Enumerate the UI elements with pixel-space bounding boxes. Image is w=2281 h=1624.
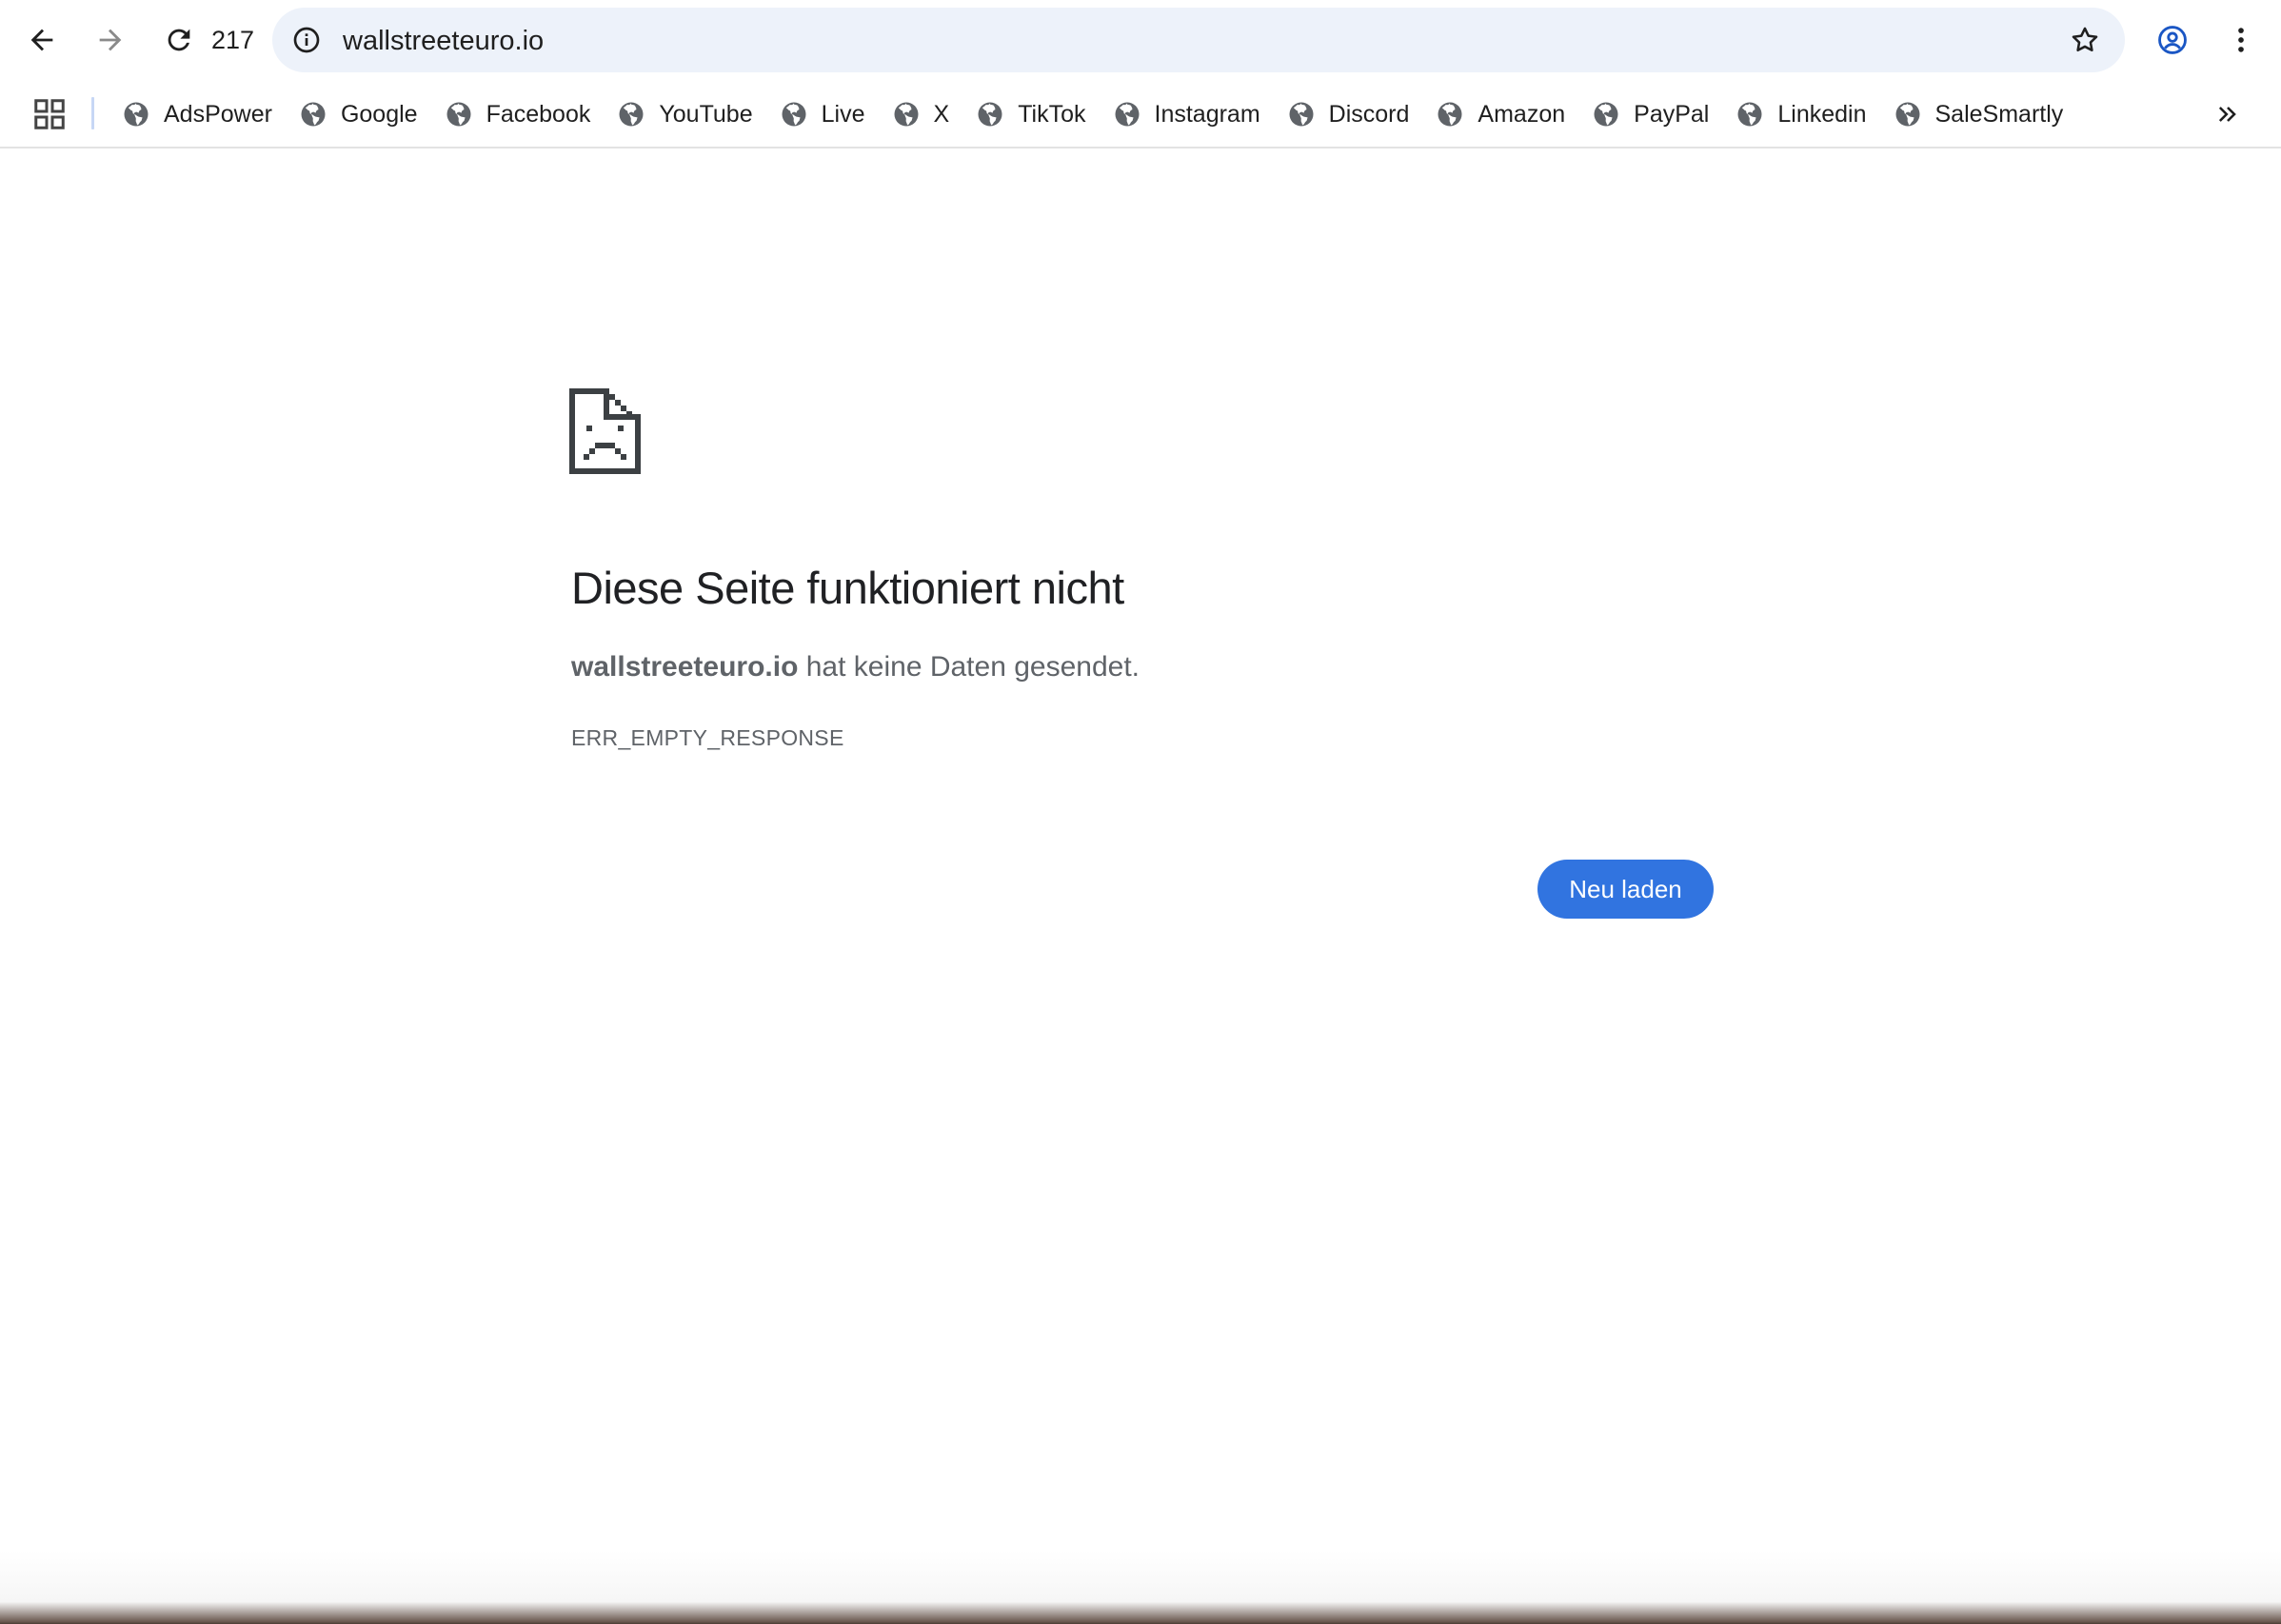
bookmark-item[interactable]: Instagram (1109, 91, 1270, 137)
bookmark-label: Google (340, 100, 418, 128)
bookmark-label: Facebook (486, 100, 591, 128)
globe-icon (780, 100, 808, 129)
globe-icon (976, 100, 1004, 129)
double-chevron-icon (2218, 107, 2236, 122)
globe-icon (1736, 100, 1764, 129)
back-arrow-icon (30, 29, 53, 51)
bookmark-item[interactable]: PayPal (1588, 91, 1718, 137)
error-message: wallstreeteuro.io hat keine Daten gesend… (571, 651, 1140, 683)
bookmark-label: Linkedin (1777, 100, 1867, 128)
bookmark-label: Amazon (1478, 100, 1566, 128)
bookmarks-separator (91, 97, 94, 129)
globe-icon (445, 100, 473, 129)
bookmark-label: YouTube (659, 100, 753, 128)
back-button[interactable] (13, 11, 70, 69)
error-message-text: hat keine Daten gesendet. (798, 651, 1140, 683)
url-input[interactable] (341, 21, 1959, 61)
error-title: Diese Seite funktioniert nicht (571, 563, 1124, 613)
star-icon[interactable] (2066, 21, 2104, 59)
bookmark-label: Live (821, 100, 865, 128)
sad-page-icon (569, 388, 641, 474)
profile-icon (2158, 26, 2187, 54)
reload-button[interactable] (150, 11, 208, 69)
bookmark-item[interactable]: Google (295, 91, 427, 137)
bookmark-label: TikTok (1018, 100, 1086, 128)
reload-icon (168, 29, 190, 51)
error-code: ERR_EMPTY_RESPONSE (571, 725, 844, 750)
bookmark-label: Discord (1328, 100, 1410, 128)
bookmark-item[interactable]: SaleSmartly (1890, 91, 2073, 137)
menu-button[interactable] (2212, 11, 2270, 69)
bookmark-item[interactable]: Linkedin (1732, 91, 1875, 137)
bookmark-label: Instagram (1154, 100, 1260, 128)
reload-page-button[interactable]: Neu laden (1537, 860, 1714, 919)
bookmarks-overflow-button[interactable] (2209, 95, 2247, 133)
tab-count[interactable]: 217 (211, 21, 254, 59)
apps-grid-icon[interactable] (32, 97, 67, 131)
bookmark-label: X (933, 100, 950, 128)
forward-arrow-icon (99, 29, 122, 51)
bookmarks-bar: AdsPower Google Facebook YouTube Live X TikTok… (0, 80, 2281, 149)
window-bottom-edge (0, 1550, 2281, 1624)
bookmark-item[interactable]: Facebook (441, 91, 601, 137)
globe-icon (617, 100, 645, 129)
globe-icon (122, 100, 150, 129)
bookmark-item[interactable]: Amazon (1432, 91, 1575, 137)
kebab-menu-icon (2238, 28, 2244, 52)
globe-icon (1894, 100, 1922, 129)
bookmark-label: SaleSmartly (1934, 100, 2064, 128)
bookmark-item[interactable]: AdsPower (118, 91, 282, 137)
globe-icon (1592, 100, 1620, 129)
bookmark-item[interactable]: TikTok (972, 91, 1095, 137)
bookmark-item[interactable]: Live (776, 91, 875, 137)
globe-icon (892, 100, 921, 129)
bookmark-label: PayPal (1634, 100, 1710, 128)
error-page: Diese Seite funktioniert nicht wallstree… (0, 150, 2281, 1624)
bookmark-item[interactable]: YouTube (613, 91, 762, 137)
globe-icon (1436, 100, 1464, 129)
browser-toolbar: 217 (0, 0, 2281, 80)
globe-icon (1287, 100, 1316, 129)
error-host: wallstreeteuro.io (571, 651, 799, 683)
bookmark-item[interactable]: X (888, 91, 960, 137)
info-icon[interactable] (289, 23, 324, 57)
bookmark-item[interactable]: Discord (1283, 91, 1419, 137)
bookmark-label: AdsPower (164, 100, 272, 128)
forward-button[interactable] (82, 11, 139, 69)
globe-icon (1113, 100, 1141, 129)
address-bar[interactable] (272, 8, 2125, 72)
bookmark-list: AdsPower Google Facebook YouTube Live X TikTok… (118, 91, 2086, 137)
globe-icon (299, 100, 327, 129)
profile-button[interactable] (2144, 11, 2201, 69)
